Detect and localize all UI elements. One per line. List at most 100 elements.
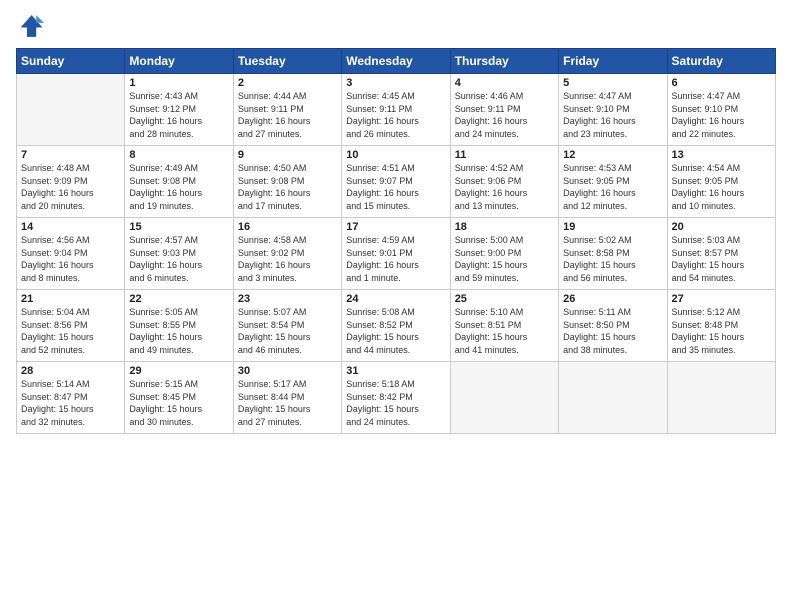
calendar-cell: 16Sunrise: 4:58 AM Sunset: 9:02 PM Dayli… bbox=[233, 218, 341, 290]
day-info: Sunrise: 5:08 AM Sunset: 8:52 PM Dayligh… bbox=[346, 306, 445, 356]
calendar-cell: 19Sunrise: 5:02 AM Sunset: 8:58 PM Dayli… bbox=[559, 218, 667, 290]
day-info: Sunrise: 4:48 AM Sunset: 9:09 PM Dayligh… bbox=[21, 162, 120, 212]
calendar-cell: 25Sunrise: 5:10 AM Sunset: 8:51 PM Dayli… bbox=[450, 290, 558, 362]
calendar-cell: 18Sunrise: 5:00 AM Sunset: 9:00 PM Dayli… bbox=[450, 218, 558, 290]
calendar-cell: 29Sunrise: 5:15 AM Sunset: 8:45 PM Dayli… bbox=[125, 362, 233, 434]
logo bbox=[16, 12, 48, 40]
day-number: 6 bbox=[672, 77, 771, 89]
day-number: 2 bbox=[238, 77, 337, 89]
day-info: Sunrise: 4:56 AM Sunset: 9:04 PM Dayligh… bbox=[21, 234, 120, 284]
day-number: 7 bbox=[21, 149, 120, 161]
calendar-cell: 4Sunrise: 4:46 AM Sunset: 9:11 PM Daylig… bbox=[450, 74, 558, 146]
calendar-cell: 2Sunrise: 4:44 AM Sunset: 9:11 PM Daylig… bbox=[233, 74, 341, 146]
calendar-cell: 15Sunrise: 4:57 AM Sunset: 9:03 PM Dayli… bbox=[125, 218, 233, 290]
day-number: 4 bbox=[455, 77, 554, 89]
week-row-2: 7Sunrise: 4:48 AM Sunset: 9:09 PM Daylig… bbox=[17, 146, 776, 218]
day-info: Sunrise: 4:50 AM Sunset: 9:08 PM Dayligh… bbox=[238, 162, 337, 212]
day-info: Sunrise: 4:47 AM Sunset: 9:10 PM Dayligh… bbox=[672, 90, 771, 140]
day-info: Sunrise: 5:05 AM Sunset: 8:55 PM Dayligh… bbox=[129, 306, 228, 356]
day-number: 5 bbox=[563, 77, 662, 89]
day-header-saturday: Saturday bbox=[667, 49, 775, 74]
day-info: Sunrise: 4:45 AM Sunset: 9:11 PM Dayligh… bbox=[346, 90, 445, 140]
page-header bbox=[16, 12, 776, 40]
day-number: 13 bbox=[672, 149, 771, 161]
day-number: 26 bbox=[563, 293, 662, 305]
day-header-monday: Monday bbox=[125, 49, 233, 74]
day-header-sunday: Sunday bbox=[17, 49, 125, 74]
day-info: Sunrise: 4:54 AM Sunset: 9:05 PM Dayligh… bbox=[672, 162, 771, 212]
day-info: Sunrise: 5:02 AM Sunset: 8:58 PM Dayligh… bbox=[563, 234, 662, 284]
day-number: 11 bbox=[455, 149, 554, 161]
calendar-cell bbox=[450, 362, 558, 434]
calendar-cell: 13Sunrise: 4:54 AM Sunset: 9:05 PM Dayli… bbox=[667, 146, 775, 218]
week-row-1: 1Sunrise: 4:43 AM Sunset: 9:12 PM Daylig… bbox=[17, 74, 776, 146]
day-number: 10 bbox=[346, 149, 445, 161]
day-number: 28 bbox=[21, 365, 120, 377]
calendar-cell: 20Sunrise: 5:03 AM Sunset: 8:57 PM Dayli… bbox=[667, 218, 775, 290]
day-info: Sunrise: 5:18 AM Sunset: 8:42 PM Dayligh… bbox=[346, 378, 445, 428]
calendar-cell: 3Sunrise: 4:45 AM Sunset: 9:11 PM Daylig… bbox=[342, 74, 450, 146]
calendar-table: SundayMondayTuesdayWednesdayThursdayFrid… bbox=[16, 48, 776, 434]
day-info: Sunrise: 5:03 AM Sunset: 8:57 PM Dayligh… bbox=[672, 234, 771, 284]
calendar-cell: 26Sunrise: 5:11 AM Sunset: 8:50 PM Dayli… bbox=[559, 290, 667, 362]
day-info: Sunrise: 4:57 AM Sunset: 9:03 PM Dayligh… bbox=[129, 234, 228, 284]
calendar-cell: 7Sunrise: 4:48 AM Sunset: 9:09 PM Daylig… bbox=[17, 146, 125, 218]
calendar-cell: 9Sunrise: 4:50 AM Sunset: 9:08 PM Daylig… bbox=[233, 146, 341, 218]
day-header-tuesday: Tuesday bbox=[233, 49, 341, 74]
calendar-cell: 23Sunrise: 5:07 AM Sunset: 8:54 PM Dayli… bbox=[233, 290, 341, 362]
day-number: 20 bbox=[672, 221, 771, 233]
day-header-friday: Friday bbox=[559, 49, 667, 74]
calendar-cell: 31Sunrise: 5:18 AM Sunset: 8:42 PM Dayli… bbox=[342, 362, 450, 434]
calendar-cell: 28Sunrise: 5:14 AM Sunset: 8:47 PM Dayli… bbox=[17, 362, 125, 434]
day-info: Sunrise: 5:14 AM Sunset: 8:47 PM Dayligh… bbox=[21, 378, 120, 428]
header-row: SundayMondayTuesdayWednesdayThursdayFrid… bbox=[17, 49, 776, 74]
calendar-cell: 8Sunrise: 4:49 AM Sunset: 9:08 PM Daylig… bbox=[125, 146, 233, 218]
day-number: 19 bbox=[563, 221, 662, 233]
day-info: Sunrise: 5:10 AM Sunset: 8:51 PM Dayligh… bbox=[455, 306, 554, 356]
day-info: Sunrise: 4:47 AM Sunset: 9:10 PM Dayligh… bbox=[563, 90, 662, 140]
day-number: 9 bbox=[238, 149, 337, 161]
calendar-cell: 14Sunrise: 4:56 AM Sunset: 9:04 PM Dayli… bbox=[17, 218, 125, 290]
day-info: Sunrise: 4:59 AM Sunset: 9:01 PM Dayligh… bbox=[346, 234, 445, 284]
day-info: Sunrise: 5:07 AM Sunset: 8:54 PM Dayligh… bbox=[238, 306, 337, 356]
calendar-cell: 21Sunrise: 5:04 AM Sunset: 8:56 PM Dayli… bbox=[17, 290, 125, 362]
day-number: 24 bbox=[346, 293, 445, 305]
calendar-cell bbox=[559, 362, 667, 434]
logo-icon bbox=[16, 12, 44, 40]
day-number: 21 bbox=[21, 293, 120, 305]
calendar-cell: 6Sunrise: 4:47 AM Sunset: 9:10 PM Daylig… bbox=[667, 74, 775, 146]
day-number: 1 bbox=[129, 77, 228, 89]
day-info: Sunrise: 4:52 AM Sunset: 9:06 PM Dayligh… bbox=[455, 162, 554, 212]
calendar-cell: 22Sunrise: 5:05 AM Sunset: 8:55 PM Dayli… bbox=[125, 290, 233, 362]
day-number: 29 bbox=[129, 365, 228, 377]
day-number: 31 bbox=[346, 365, 445, 377]
day-number: 22 bbox=[129, 293, 228, 305]
calendar-cell: 30Sunrise: 5:17 AM Sunset: 8:44 PM Dayli… bbox=[233, 362, 341, 434]
day-number: 3 bbox=[346, 77, 445, 89]
day-info: Sunrise: 5:00 AM Sunset: 9:00 PM Dayligh… bbox=[455, 234, 554, 284]
day-info: Sunrise: 5:15 AM Sunset: 8:45 PM Dayligh… bbox=[129, 378, 228, 428]
week-row-3: 14Sunrise: 4:56 AM Sunset: 9:04 PM Dayli… bbox=[17, 218, 776, 290]
day-number: 27 bbox=[672, 293, 771, 305]
calendar-cell: 1Sunrise: 4:43 AM Sunset: 9:12 PM Daylig… bbox=[125, 74, 233, 146]
day-info: Sunrise: 4:49 AM Sunset: 9:08 PM Dayligh… bbox=[129, 162, 228, 212]
day-number: 12 bbox=[563, 149, 662, 161]
day-number: 14 bbox=[21, 221, 120, 233]
calendar-cell: 17Sunrise: 4:59 AM Sunset: 9:01 PM Dayli… bbox=[342, 218, 450, 290]
day-number: 17 bbox=[346, 221, 445, 233]
week-row-4: 21Sunrise: 5:04 AM Sunset: 8:56 PM Dayli… bbox=[17, 290, 776, 362]
day-info: Sunrise: 5:04 AM Sunset: 8:56 PM Dayligh… bbox=[21, 306, 120, 356]
day-info: Sunrise: 5:11 AM Sunset: 8:50 PM Dayligh… bbox=[563, 306, 662, 356]
day-number: 8 bbox=[129, 149, 228, 161]
day-info: Sunrise: 4:44 AM Sunset: 9:11 PM Dayligh… bbox=[238, 90, 337, 140]
day-info: Sunrise: 4:43 AM Sunset: 9:12 PM Dayligh… bbox=[129, 90, 228, 140]
day-number: 30 bbox=[238, 365, 337, 377]
day-number: 23 bbox=[238, 293, 337, 305]
calendar-cell: 5Sunrise: 4:47 AM Sunset: 9:10 PM Daylig… bbox=[559, 74, 667, 146]
day-header-wednesday: Wednesday bbox=[342, 49, 450, 74]
calendar-cell: 12Sunrise: 4:53 AM Sunset: 9:05 PM Dayli… bbox=[559, 146, 667, 218]
day-info: Sunrise: 5:17 AM Sunset: 8:44 PM Dayligh… bbox=[238, 378, 337, 428]
day-info: Sunrise: 4:53 AM Sunset: 9:05 PM Dayligh… bbox=[563, 162, 662, 212]
calendar-cell bbox=[667, 362, 775, 434]
day-number: 18 bbox=[455, 221, 554, 233]
